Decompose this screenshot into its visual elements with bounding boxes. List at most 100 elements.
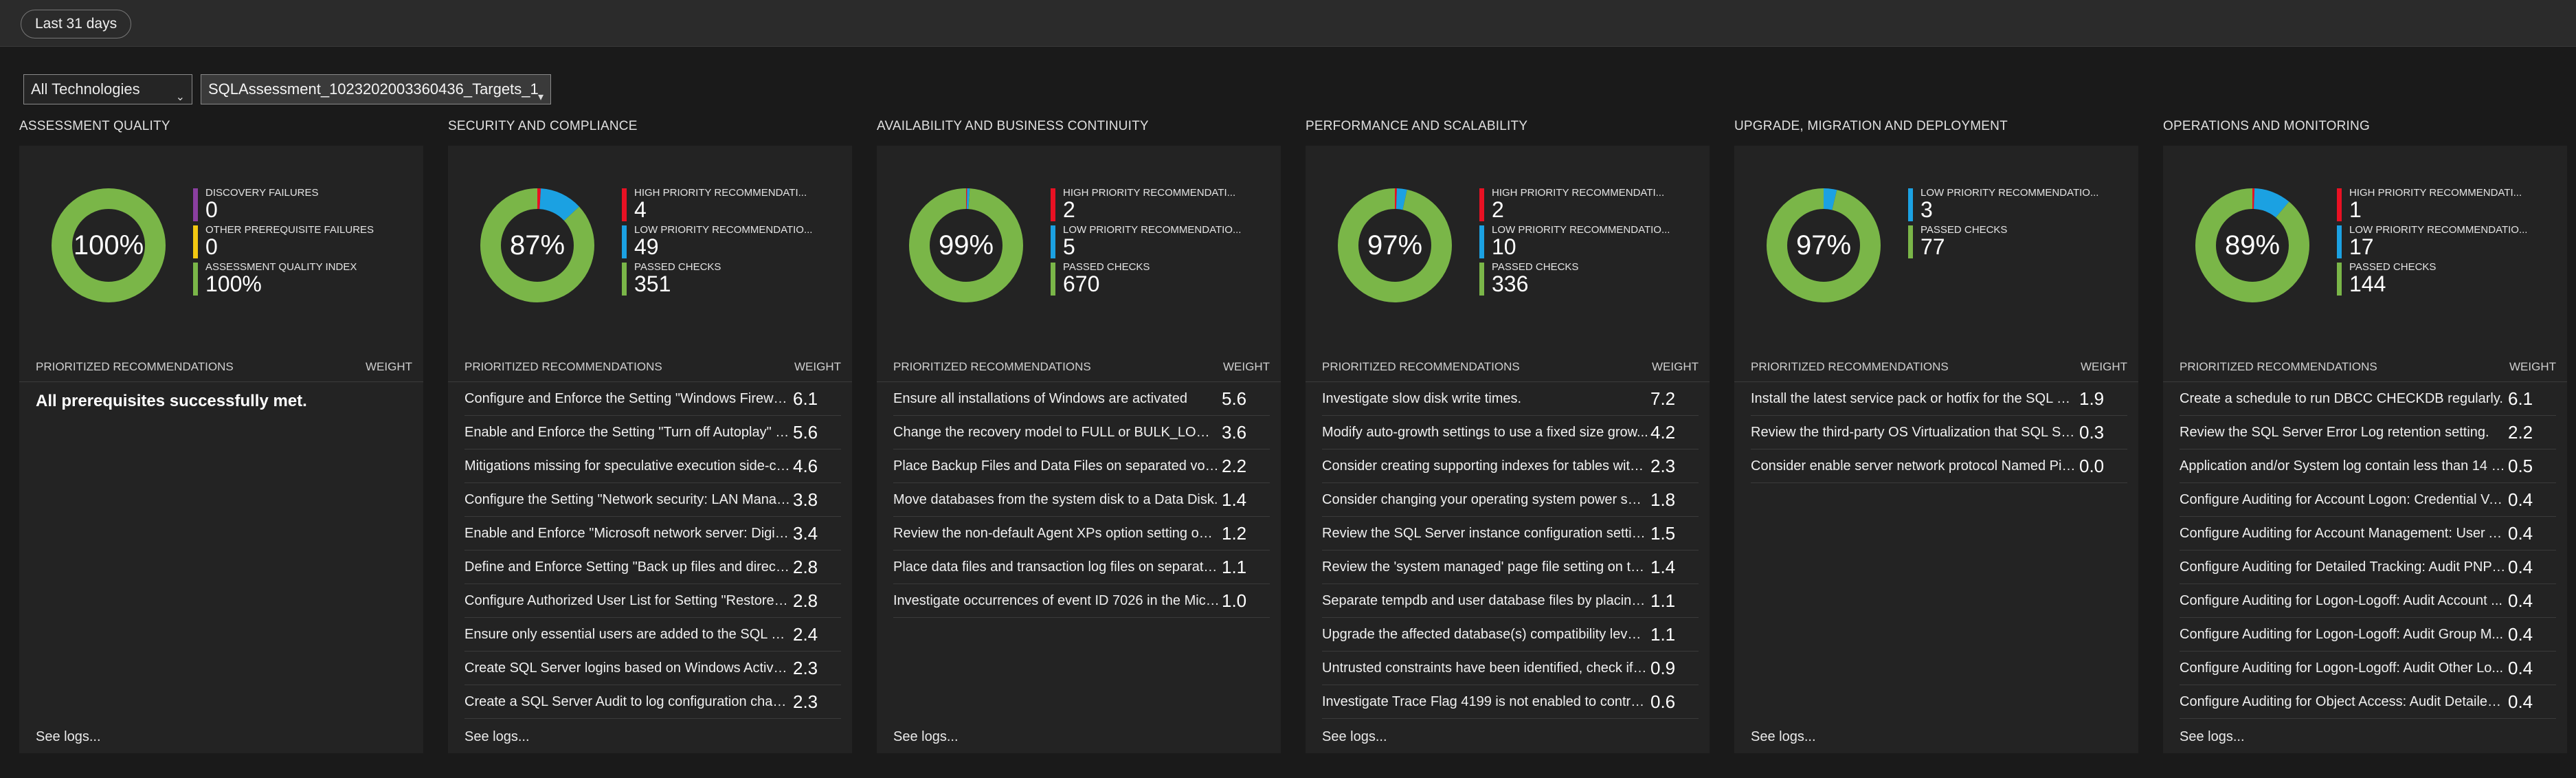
recommendation-text: Create SQL Server logins based on Window… bbox=[464, 660, 791, 676]
see-logs-link[interactable]: See logs... bbox=[464, 729, 530, 745]
legend-value: 5 bbox=[1063, 234, 1075, 259]
panel-tile[interactable]: 100% DISCOVERY FAILURES 0 OTHER PREREQUISIT… bbox=[19, 146, 423, 753]
legend-label: DISCOVERY FAILURES bbox=[205, 187, 319, 199]
legend-color-bar bbox=[1479, 188, 1484, 221]
panel-tile[interactable]: 99% HIGH PRIORITY RECOMMENDATI... 2 LOW PRI… bbox=[877, 146, 1281, 753]
recommendation-weight: 2.3 bbox=[793, 691, 818, 712]
summary-section: 99% HIGH PRIORITY RECOMMENDATI... 2 LOW PRI… bbox=[877, 146, 1281, 345]
table-row[interactable]: Investigate Trace Flag 4199 is not enabl… bbox=[1322, 685, 1699, 719]
table-row[interactable]: Enable and Enforce the Setting "Turn off… bbox=[464, 416, 841, 449]
filter-bar: All Technologies ⌄ SQLAssessment_1023202… bbox=[23, 74, 551, 104]
table-row[interactable]: Review the SQL Server Error Log retentio… bbox=[2180, 416, 2556, 449]
table-row[interactable]: Configure Auditing for Account Logon: Cr… bbox=[2180, 483, 2556, 517]
donut-percent: 99% bbox=[938, 230, 994, 260]
column-header-weight: WEIGHT bbox=[794, 359, 841, 373]
table-row[interactable]: Change the recovery model to FULL or BUL… bbox=[893, 416, 1270, 449]
panel-column: AVAILABILITY AND BUSINESS CONTINUITY 99% H… bbox=[877, 117, 1282, 756]
table-row[interactable]: Consider creating supporting indexes for… bbox=[1322, 449, 1699, 483]
legend: LOW PRIORITY RECOMMENDATIO... 3 PASSED CHE… bbox=[1908, 187, 2098, 261]
table-row[interactable]: Consider enable server network protocol … bbox=[1751, 449, 2127, 483]
see-logs-link[interactable]: See logs... bbox=[36, 729, 101, 745]
legend-value: 10 bbox=[1492, 234, 1516, 259]
recommendation-weight: 1.1 bbox=[1650, 623, 1676, 645]
see-logs-link[interactable]: See logs... bbox=[1322, 729, 1387, 745]
table-row[interactable]: Install the latest service pack or hotfi… bbox=[1751, 382, 2127, 416]
column-header-weight: WEIGHT bbox=[1652, 359, 1699, 373]
table-row[interactable]: Create a SQL Server Audit to log configu… bbox=[464, 685, 841, 719]
recommendation-weight: 2.3 bbox=[1650, 455, 1676, 476]
table-row[interactable]: Separate tempdb and user database files … bbox=[1322, 584, 1699, 618]
time-range-button[interactable]: Last 31 days bbox=[21, 10, 132, 38]
table-row[interactable]: Untrusted constraints have been identifi… bbox=[1322, 652, 1699, 685]
table-row[interactable]: Application and/or System log contain le… bbox=[2180, 449, 2556, 483]
table-row[interactable]: Investigate occurrences of event ID 7026… bbox=[893, 584, 1270, 618]
recommendation-text: Consider enable server network protocol … bbox=[1751, 458, 2077, 474]
recommendation-text: Configure and Enforce the Setting "Windo… bbox=[464, 390, 791, 406]
table-row[interactable]: Modify auto-growth settings to use a fix… bbox=[1322, 416, 1699, 449]
table-row[interactable]: Ensure all installations of Windows are … bbox=[893, 382, 1270, 416]
table-row[interactable]: Move databases from the system disk to a… bbox=[893, 483, 1270, 517]
legend-item: DISCOVERY FAILURES 0 bbox=[193, 187, 374, 222]
table-row[interactable]: Review the third-party OS Virtualization… bbox=[1751, 416, 2127, 449]
recommendation-text: Enable and Enforce the Setting "Turn off… bbox=[464, 424, 791, 440]
legend-value: 2 bbox=[1492, 197, 1504, 222]
legend-label: HIGH PRIORITY RECOMMENDATI... bbox=[1063, 187, 1236, 199]
table-row[interactable]: Configure Auditing for Logon-Logoff: Aud… bbox=[2180, 652, 2556, 685]
table-row[interactable]: Configure and Enforce the Setting "Windo… bbox=[464, 382, 841, 416]
table-row[interactable]: Review the non-default Agent XPs option … bbox=[893, 517, 1270, 551]
recommendation-text: Configure Auditing for Logon-Logoff: Aud… bbox=[2180, 626, 2504, 642]
legend-item: ASSESSMENT QUALITY INDEX 100% bbox=[193, 261, 374, 296]
recommendation-text: Review the non-default Agent XPs option … bbox=[893, 525, 1220, 541]
table-row[interactable]: Mitigations missing for speculative exec… bbox=[464, 449, 841, 483]
column-header-recommendations: PRIORITIZED RECOMMENDATIONS bbox=[464, 359, 662, 373]
table-row[interactable]: Place Backup Files and Data Files on sep… bbox=[893, 449, 1270, 483]
table-row[interactable]: Consider changing your operating system … bbox=[1322, 483, 1699, 517]
panel-tile[interactable]: 97% HIGH PRIORITY RECOMMENDATI... 2 LOW PRI… bbox=[1306, 146, 1710, 753]
recommendation-text: Configure the Setting "Network security:… bbox=[464, 491, 791, 507]
recommendation-text: Ensure only essential users are added to… bbox=[464, 626, 791, 642]
empty-state-message: All prerequisites successfully met. bbox=[36, 392, 307, 410]
table-row[interactable]: Configure the Setting "Network security:… bbox=[464, 483, 841, 517]
table-row[interactable]: Create a schedule to run DBCC CHECKDB re… bbox=[2180, 382, 2556, 416]
recommendation-weight: 0.6 bbox=[1650, 691, 1676, 712]
summary-section: 97% HIGH PRIORITY RECOMMENDATI... 2 LOW PRI… bbox=[1306, 146, 1710, 345]
recommendation-weight: 5.6 bbox=[793, 421, 818, 443]
table-row[interactable]: Place data files and transaction log fil… bbox=[893, 551, 1270, 584]
table-row[interactable]: Configure Auditing for Object Access: Au… bbox=[2180, 685, 2556, 719]
table-row[interactable]: Enable and Enforce "Microsoft network se… bbox=[464, 517, 841, 551]
table-row[interactable]: Upgrade the affected database(s) compati… bbox=[1322, 618, 1699, 652]
table-row[interactable]: Configure Auditing for Logon-Logoff: Aud… bbox=[2180, 584, 2556, 618]
legend-item: HIGH PRIORITY RECOMMENDATI... 1 bbox=[2337, 187, 2527, 221]
panel-column: UPGRADE, MIGRATION AND DEPLOYMENT 97% LOW … bbox=[1734, 117, 2140, 756]
legend: HIGH PRIORITY RECOMMENDATI... 2 LOW PRIORI… bbox=[1051, 187, 1241, 298]
panel-title: ASSESSMENT QUALITY bbox=[19, 119, 170, 133]
table-row[interactable]: Define and Enforce Setting "Back up file… bbox=[464, 551, 841, 584]
table-row[interactable]: Review the SQL Server instance configura… bbox=[1322, 517, 1699, 551]
recommendation-text: Review the 'system managed' page file se… bbox=[1322, 559, 1648, 575]
table-row[interactable]: Create SQL Server logins based on Window… bbox=[464, 652, 841, 685]
donut-percent: 97% bbox=[1795, 230, 1852, 260]
table-row[interactable]: Configure Auditing for Detailed Tracking… bbox=[2180, 551, 2556, 584]
table-row[interactable]: Review the 'system managed' page file se… bbox=[1322, 551, 1699, 584]
recommendation-text: Configure Auditing for Account Managemen… bbox=[2180, 525, 2506, 541]
see-logs-link[interactable]: See logs... bbox=[2180, 729, 2245, 745]
target-select[interactable]: SQLAssessment_1023202003360436_Targets_1… bbox=[201, 74, 551, 104]
table-row[interactable]: Configure Auditing for Logon-Logoff: Aud… bbox=[2180, 618, 2556, 652]
legend-value: 0 bbox=[205, 197, 218, 222]
panel-tile[interactable]: 97% LOW PRIORITY RECOMMENDATIO... 3 PASSED … bbox=[1734, 146, 2138, 753]
table-row[interactable]: Investigate slow disk write times. 7.2 bbox=[1322, 382, 1699, 416]
legend-item: HIGH PRIORITY RECOMMENDATI... 2 bbox=[1051, 187, 1241, 221]
table-row[interactable]: Configure Authorized User List for Setti… bbox=[464, 584, 841, 618]
see-logs-link[interactable]: See logs... bbox=[893, 729, 959, 745]
technology-select[interactable]: All Technologies ⌄ bbox=[23, 74, 192, 104]
legend-color-bar bbox=[1908, 188, 1913, 221]
recommendation-weight: 3.8 bbox=[793, 489, 818, 510]
panel-tile[interactable]: 87% HIGH PRIORITY RECOMMENDATI... 4 LOW PRI… bbox=[448, 146, 852, 753]
legend-color-bar bbox=[1479, 263, 1484, 296]
table-row[interactable]: Configure Auditing for Account Managemen… bbox=[2180, 517, 2556, 551]
legend-color-bar bbox=[622, 263, 627, 296]
panel-tile[interactable]: 89% HIGH PRIORITY RECOMMENDATI... 1 LOW PRI… bbox=[2163, 146, 2567, 753]
legend-item: OTHER PREREQUISITE FAILURES 0 bbox=[193, 224, 374, 258]
table-row[interactable]: Ensure only essential users are added to… bbox=[464, 618, 841, 652]
see-logs-link[interactable]: See logs... bbox=[1751, 729, 1816, 745]
